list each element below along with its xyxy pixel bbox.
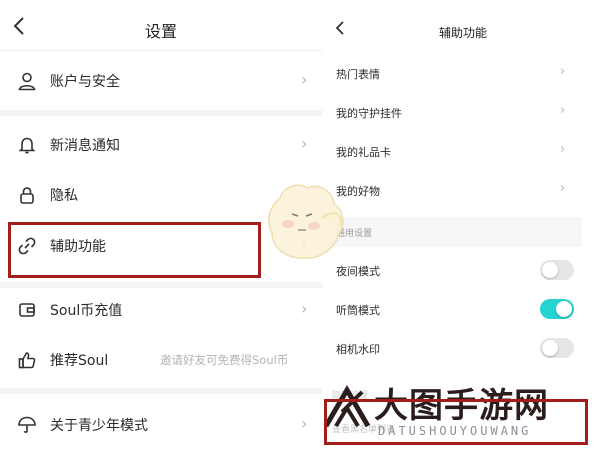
settings-item-label: 新消息通知 [50,138,120,154]
accessibility-item-gift-card[interactable]: 我的礼品卡 › [326,132,582,170]
toggle-knob [556,301,572,317]
recommend-hint-text: 邀请好友可免费得Soul币 [160,353,289,367]
settings-item-label: Soul币充值 [50,303,123,319]
chevron-right-icon: › [560,64,566,79]
toggle-label: 相机水印 [336,343,380,356]
settings-item-recommend-soul[interactable]: 推荐Soul 邀请好友可免费得Soul币 [0,338,322,382]
accessibility-item-hot-stickers[interactable]: 热门表情 › [326,54,582,92]
toggle-knob [542,340,558,356]
chevron-right-icon: › [560,103,566,118]
user-icon [18,72,36,91]
accessibility-header: 辅助功能 [326,0,600,52]
bell-icon [18,137,36,154]
wallet-icon [19,303,35,317]
toggle-row-night-mode: 夜间模式 [326,251,582,289]
camera-watermark-toggle[interactable] [540,338,574,358]
chevron-right-icon: › [560,142,566,157]
settings-header: 设置 [0,0,322,58]
settings-item-label: 推荐Soul [50,353,109,369]
mascot-illustration [267,184,344,259]
settings-item-label: 隐私 [50,188,78,204]
section-gap [0,388,322,394]
accessibility-item-my-goods[interactable]: 我的好物 › [326,171,582,209]
toggle-row-earpiece-mode: 听筒模式 [326,290,582,328]
earpiece-mode-toggle[interactable] [540,299,574,319]
section-header-general: 通用设置 [326,217,582,247]
accessibility-item-label: 我的礼品卡 [336,146,391,159]
accessibility-item-label: 热门表情 [336,68,380,81]
settings-item-soul-coin-recharge[interactable]: Soul币充值 › [0,288,322,332]
settings-item-notifications[interactable]: 新消息通知 › [0,123,322,167]
accessibility-item-guardian-pendant[interactable]: 我的守护挂件 › [326,93,582,131]
thumbs-up-icon [18,352,36,369]
night-mode-toggle[interactable] [540,260,574,280]
settings-item-youth-mode[interactable]: 关于青少年模式 › [0,403,322,447]
chevron-right-icon: › [301,134,308,153]
settings-item-label: 账户与安全 [50,74,120,90]
settings-item-label: 关于青少年模式 [50,418,148,434]
highlight-box-accessibility [8,222,261,278]
toggle-knob [542,262,558,278]
page-title: 设置 [144,22,177,41]
highlight-box-blacklist [324,399,588,445]
toggle-label: 听筒模式 [336,304,380,317]
accessibility-item-label: 我的守护挂件 [336,107,402,120]
chevron-right-icon: › [301,414,308,433]
section-gap [0,110,322,116]
chevron-right-icon: › [560,181,566,196]
settings-item-account-security[interactable]: 账户与安全 › [0,59,322,103]
lock-icon [20,187,34,204]
chevron-right-icon: › [301,299,308,318]
divider [0,50,322,51]
page-title: 辅助功能 [438,26,487,40]
chevron-right-icon: › [301,70,308,89]
toggle-row-camera-watermark: 相机水印 [326,329,582,367]
umbrella-icon [18,416,36,433]
